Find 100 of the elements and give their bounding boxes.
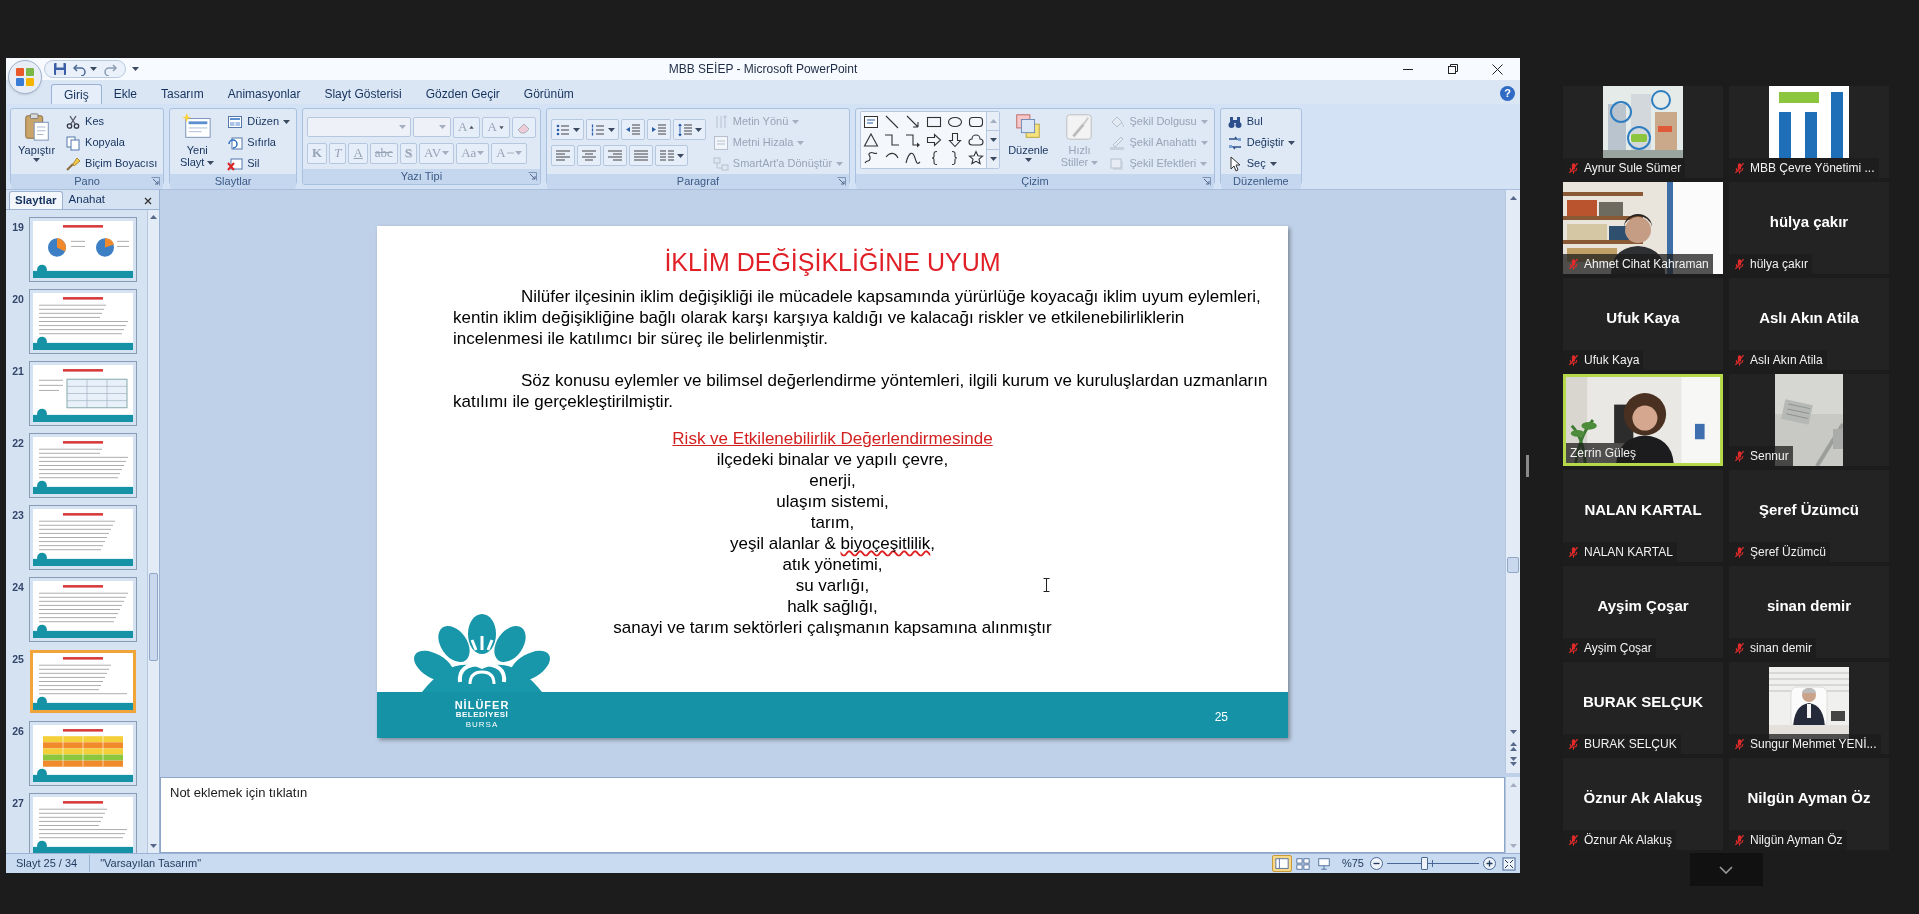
oval-icon[interactable] bbox=[947, 114, 964, 130]
paste-button[interactable]: Yapıştır bbox=[15, 111, 59, 162]
zoom-level: %75 bbox=[1341, 856, 1365, 872]
caret-icon bbox=[33, 158, 41, 162]
bullets-button[interactable] bbox=[550, 119, 584, 140]
office-button[interactable] bbox=[8, 60, 42, 94]
reset-button[interactable]: Sıfırla bbox=[225, 132, 278, 153]
undo-button[interactable] bbox=[73, 62, 97, 76]
ribbon-tab[interactable]: Gözden Geçir bbox=[413, 84, 512, 104]
elbow-arrow-icon[interactable] bbox=[905, 132, 922, 148]
ribbon-tab[interactable]: Tasarım bbox=[149, 84, 216, 104]
ribbon-tab[interactable]: Animasyonlar bbox=[215, 84, 313, 104]
line-spacing-button[interactable] bbox=[672, 119, 706, 140]
caret-icon bbox=[442, 151, 450, 155]
slide-number: 26 bbox=[11, 724, 25, 739]
participant-name: Aynur Sule Sümer bbox=[1584, 160, 1682, 177]
ribbon-tab[interactable]: Giriş bbox=[51, 84, 102, 104]
rectangle-icon[interactable] bbox=[926, 114, 943, 130]
align-left-button[interactable] bbox=[550, 145, 575, 166]
curve-icon[interactable] bbox=[905, 150, 922, 166]
help-button[interactable]: ? bbox=[1500, 86, 1515, 101]
chevron-down-icon bbox=[1719, 865, 1733, 874]
columns-button[interactable] bbox=[654, 145, 688, 166]
caret-icon bbox=[207, 161, 215, 166]
resize-handle[interactable] bbox=[1526, 455, 1529, 477]
zoom-out-button[interactable] bbox=[1370, 857, 1383, 870]
participant-display-name: sinan demir bbox=[1766, 595, 1852, 616]
panel-tab[interactable]: Anahat bbox=[63, 191, 110, 209]
participant-name: NALAN KARTAL bbox=[1584, 544, 1673, 561]
caret-icon bbox=[283, 119, 291, 124]
align-right-button[interactable] bbox=[602, 145, 627, 166]
close-button[interactable] bbox=[144, 197, 152, 205]
center-button[interactable] bbox=[576, 145, 601, 166]
star-icon[interactable] bbox=[968, 150, 985, 166]
layout-button[interactable]: Düzen bbox=[225, 111, 293, 132]
zoom-slider[interactable] bbox=[1387, 857, 1479, 870]
delete-button[interactable]: Sil bbox=[225, 153, 262, 174]
caret-icon bbox=[514, 151, 522, 155]
participant-name: MBB Çevre Yönetimi ... bbox=[1750, 160, 1875, 177]
textbox-icon[interactable] bbox=[863, 114, 880, 130]
find-button[interactable]: Bul bbox=[1224, 111, 1265, 132]
scrollbar-thumb[interactable] bbox=[149, 573, 158, 661]
caret-icon bbox=[1288, 140, 1296, 145]
ribbon-tab[interactable]: Görünüm bbox=[511, 84, 586, 104]
replace-button[interactable]: Değiştir bbox=[1224, 132, 1298, 153]
fit-to-window-button[interactable] bbox=[1502, 856, 1516, 871]
dialog-launcher-icon[interactable] bbox=[151, 177, 161, 186]
scrollbar-thumb[interactable] bbox=[1507, 557, 1519, 573]
rounded-rectangle-icon[interactable] bbox=[968, 114, 985, 130]
dialog-launcher-icon[interactable] bbox=[527, 172, 537, 181]
numbering-button[interactable] bbox=[585, 119, 619, 140]
redo-button[interactable] bbox=[103, 62, 117, 76]
slide-thumbnail[interactable] bbox=[30, 650, 136, 713]
four-squares-icon bbox=[15, 67, 35, 87]
arrow-icon[interactable] bbox=[905, 114, 922, 130]
dialog-launcher-icon[interactable] bbox=[1201, 177, 1211, 186]
copy-button[interactable]: Kopyala bbox=[63, 132, 127, 153]
cloud-icon[interactable] bbox=[968, 132, 985, 148]
slider-thumb[interactable] bbox=[1420, 857, 1428, 870]
gallery-more-button[interactable] bbox=[987, 149, 1000, 168]
shape-gallery[interactable] bbox=[860, 111, 1001, 169]
layout-icon bbox=[227, 113, 244, 130]
zoom-in-button[interactable] bbox=[1483, 857, 1496, 870]
format-painter-button[interactable]: Biçim Boyacısı bbox=[63, 153, 160, 174]
triangle-icon[interactable] bbox=[863, 132, 880, 148]
slide-number: 20 bbox=[11, 292, 25, 307]
line-icon[interactable] bbox=[884, 114, 901, 130]
restore-icon bbox=[1447, 64, 1458, 74]
decrease-indent-button[interactable] bbox=[620, 119, 645, 140]
redo-icon bbox=[103, 62, 117, 76]
select-button[interactable]: Seç bbox=[1224, 153, 1279, 174]
effects-icon bbox=[1109, 155, 1126, 172]
cut-button[interactable]: Kes bbox=[63, 111, 107, 132]
list-line: tarım, bbox=[810, 511, 855, 533]
arrange-button[interactable]: Düzenle bbox=[1005, 111, 1052, 162]
participant-name: BURAK SELÇUK bbox=[1584, 736, 1677, 753]
down-arrow-icon[interactable] bbox=[947, 132, 964, 148]
gallery-down-button[interactable] bbox=[987, 130, 1000, 149]
right-arrow-icon[interactable] bbox=[926, 132, 943, 148]
freeform-icon[interactable] bbox=[863, 150, 880, 166]
dialog-launcher-icon[interactable] bbox=[837, 177, 847, 186]
pen-icon bbox=[1109, 134, 1126, 151]
caret-icon bbox=[989, 157, 997, 161]
ribbon-tab[interactable]: Slayt Gösterisi bbox=[312, 84, 414, 104]
caret-down-icon bbox=[1509, 843, 1517, 848]
caret-down-icon bbox=[989, 138, 997, 142]
customize-toolbar-button[interactable] bbox=[132, 67, 139, 71]
participant-display-name: hülya çakır bbox=[1769, 211, 1849, 232]
increase-indent-button[interactable] bbox=[646, 119, 671, 140]
ribbon-tab[interactable]: Ekle bbox=[101, 84, 149, 104]
panel-tab[interactable]: Slaytlar bbox=[9, 191, 63, 209]
list-line: ilçedeki binalar ve yapılı çevre, bbox=[716, 448, 949, 470]
line-spacing-icon bbox=[676, 121, 693, 138]
new-slide-button[interactable]: Yeni Slayt bbox=[174, 111, 221, 168]
list-line: ulaşım sistemi, bbox=[776, 490, 889, 512]
save-button[interactable] bbox=[53, 62, 67, 76]
normal-view-button[interactable] bbox=[1271, 855, 1292, 872]
arrow-up-icon bbox=[468, 123, 476, 131]
justify-button[interactable] bbox=[628, 145, 653, 166]
notes-field[interactable]: Not eklemek için tıklatın bbox=[160, 777, 1505, 853]
